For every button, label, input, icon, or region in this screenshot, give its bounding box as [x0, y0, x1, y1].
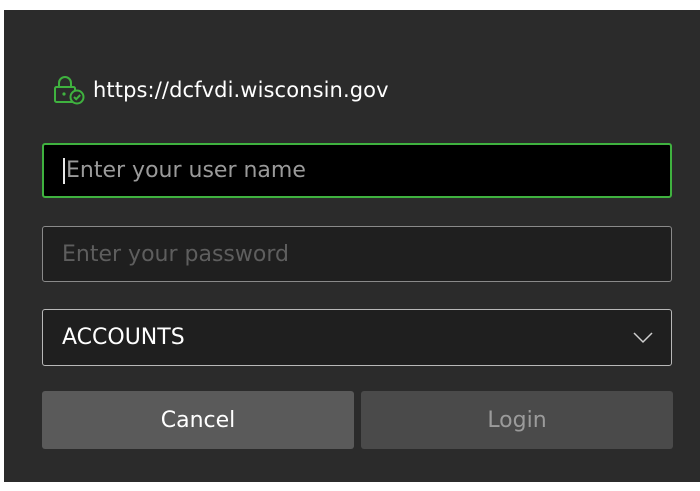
username-placeholder: Enter your user name	[66, 158, 306, 183]
domain-select-value: ACCOUNTS	[62, 325, 185, 350]
login-button-label: Login	[487, 407, 547, 433]
login-button[interactable]: Login	[361, 391, 673, 449]
chevron-down-icon	[633, 325, 653, 350]
text-caret	[63, 157, 65, 184]
cancel-button-label: Cancel	[160, 407, 236, 433]
domain-select[interactable]: ACCOUNTS	[42, 309, 672, 366]
password-placeholder: Enter your password	[62, 241, 289, 267]
lock-check-icon	[51, 75, 87, 105]
password-field[interactable]: Enter your password	[42, 226, 672, 282]
cancel-button[interactable]: Cancel	[42, 391, 354, 449]
username-field[interactable]: Enter your user name	[42, 143, 672, 198]
login-dialog: https://dcfvdi.wisconsin.gov Enter your …	[4, 10, 700, 482]
server-url: https://dcfvdi.wisconsin.gov	[93, 78, 389, 102]
server-url-row: https://dcfvdi.wisconsin.gov	[51, 75, 389, 105]
